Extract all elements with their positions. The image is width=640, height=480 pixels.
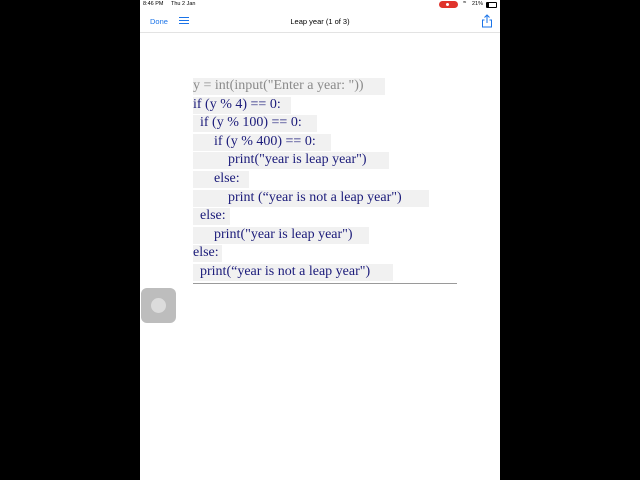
code-line-text: else: <box>193 170 240 186</box>
code-line-text: if (y % 100) == 0: <box>193 115 302 131</box>
code-line: else: <box>193 207 456 226</box>
code-line-text: y = int(input("Enter a year: ")) <box>193 78 364 93</box>
code-line: else: <box>193 244 456 263</box>
code-block: y = int(input("Enter a year: ")) if (y % … <box>193 77 456 282</box>
status-bar: 8:46 PM Thu 2 Jan ≈ 21% <box>140 0 500 10</box>
code-line: if (y % 400) == 0: <box>193 133 456 152</box>
document-viewer: 8:46 PM Thu 2 Jan ≈ 21% Done Leap year (… <box>140 0 500 480</box>
code-line: print(“year is not a leap year") <box>193 263 456 282</box>
navigation-bar: Done Leap year (1 of 3) <box>140 10 500 33</box>
status-date: Thu 2 Jan <box>171 1 196 7</box>
screen-recording-indicator-icon[interactable] <box>439 1 458 8</box>
code-line: if (y % 100) == 0: <box>193 114 456 133</box>
battery-percentage: 21% <box>472 1 484 7</box>
wifi-icon: ≈ <box>463 0 467 6</box>
code-line-text: print("year is leap year") <box>193 226 353 242</box>
code-line-text: if (y % 400) == 0: <box>193 133 316 149</box>
code-line-text: if (y % 4) == 0: <box>193 96 281 112</box>
status-time: 8:46 PM <box>143 1 164 7</box>
divider <box>193 283 457 284</box>
share-icon[interactable] <box>481 14 493 28</box>
code-line-text: print (“year is not a leap year") <box>193 189 402 205</box>
code-line: y = int(input("Enter a year: ")) <box>193 77 456 96</box>
code-line-text: else: <box>193 208 226 224</box>
battery-icon <box>486 2 497 8</box>
assistive-touch-button[interactable] <box>141 288 176 323</box>
code-line: print("year is leap year") <box>193 151 456 170</box>
code-line: else: <box>193 170 456 189</box>
code-line-text: print("year is leap year") <box>193 152 367 168</box>
code-line-text: else: <box>193 245 219 261</box>
code-line: print("year is leap year") <box>193 226 456 245</box>
code-line: if (y % 4) == 0: <box>193 96 456 115</box>
page-title: Leap year (1 of 3) <box>290 17 350 26</box>
code-line: print (“year is not a leap year") <box>193 189 456 208</box>
code-line-text: print(“year is not a leap year") <box>193 263 371 279</box>
